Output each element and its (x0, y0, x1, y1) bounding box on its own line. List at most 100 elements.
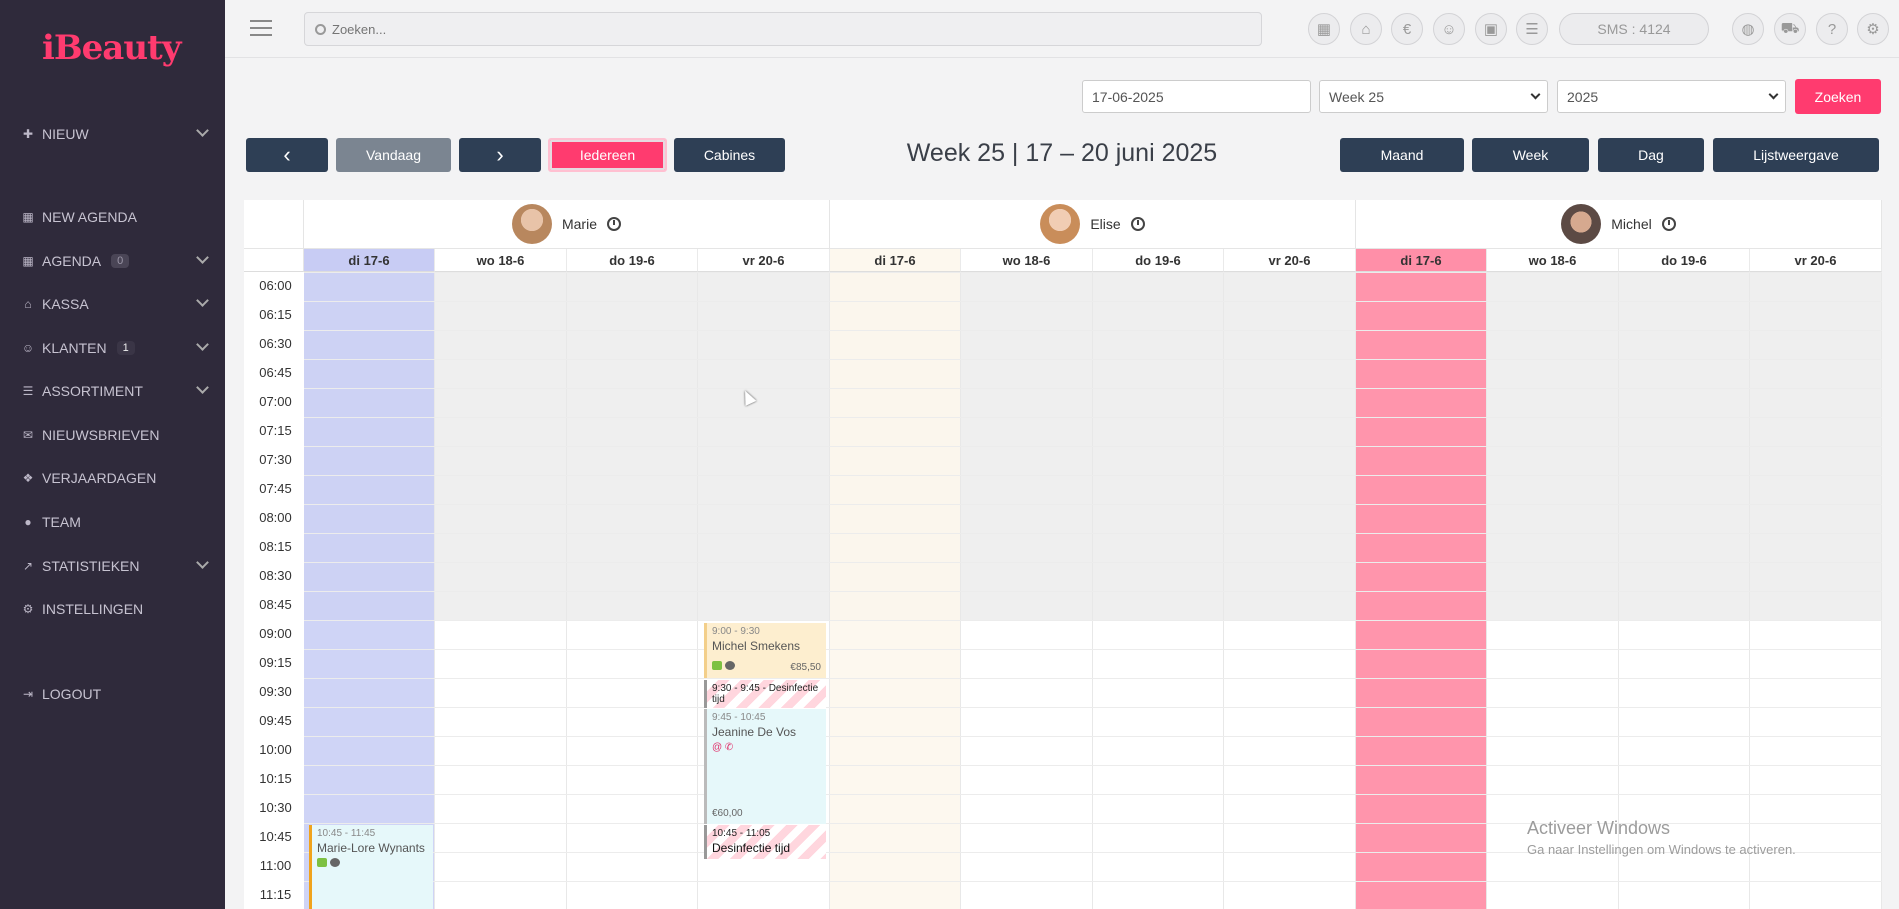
day-header[interactable]: vr 20-6 (1224, 249, 1356, 272)
cabins-button[interactable]: Cabines (674, 138, 785, 172)
day-header[interactable]: di 17-6 (304, 249, 435, 272)
sidebar-item-verjaardagen[interactable]: ❖ VERJAARDAGEN (0, 461, 225, 495)
disinfection-event[interactable]: 10:45 - 11:05 Desinfectie tijd (704, 825, 826, 859)
everyone-button[interactable]: Iedereen (548, 138, 667, 172)
topbar: ▦ ⌂ € ☺ ▣ ☰ SMS : 4124 ◍ ⛟ ? ⚙ (225, 0, 1899, 58)
prev-button[interactable]: ‹ (246, 138, 328, 172)
avatar (1040, 204, 1081, 244)
time-label: 07:00 (259, 394, 292, 409)
grid-line (304, 417, 1882, 418)
help-icon[interactable]: ? (1816, 13, 1848, 45)
grid-line (304, 794, 1882, 795)
euro-icon[interactable]: € (1391, 13, 1423, 45)
month-view-button[interactable]: Maand (1340, 138, 1464, 172)
sidebar-item-assortiment[interactable]: ☰ ASSORTIMENT (0, 374, 225, 408)
basket-icon[interactable]: ⌂ (1350, 13, 1382, 45)
day-header[interactable]: vr 20-6 (698, 249, 830, 272)
sms-counter[interactable]: SMS : 4124 (1559, 13, 1709, 45)
sidebar-item-label: STATISTIEKEN (42, 558, 140, 574)
clock-icon[interactable] (1661, 217, 1676, 231)
sidebar-item-label: KASSA (42, 296, 89, 312)
today-button[interactable]: Vandaag (336, 138, 451, 172)
event-price: €60,00 (712, 808, 743, 819)
day-header[interactable]: wo 18-6 (1487, 249, 1619, 272)
grid-line (304, 533, 1882, 534)
grid-line (304, 678, 1882, 679)
grid-line (304, 272, 1882, 273)
time-label: 07:30 (259, 452, 292, 467)
chevron-down-icon (196, 381, 209, 394)
year-select[interactable]: 2025 (1557, 80, 1786, 113)
sidebar-item-label: NIEUW (42, 126, 89, 142)
sidebar-item-instellingen[interactable]: ⚙ INSTELLINGEN (0, 592, 225, 626)
day-header[interactable]: do 19-6 (567, 249, 698, 272)
briefcase-icon[interactable]: ▣ (1475, 13, 1507, 45)
grid-line (304, 475, 1882, 476)
chevron-down-icon (196, 124, 209, 137)
sidebar-item-agenda[interactable]: ▦ AGENDA 0 (0, 244, 225, 278)
users-icon[interactable]: ☺ (1433, 13, 1465, 45)
disinfection-event[interactable]: 9:30 - 9:45 - Desinfectie tijd (704, 680, 826, 708)
week-view-button[interactable]: Week (1472, 138, 1589, 172)
sign-out-icon: ⇥ (22, 687, 34, 701)
sidebar-item-logout[interactable]: ⇥ LOGOUT (0, 677, 225, 711)
klanten-badge: 1 (116, 341, 135, 355)
appointment-event[interactable]: 10:45 - 11:45 Marie-Lore Wynants (309, 825, 433, 909)
header-spacer (244, 200, 304, 249)
chart-icon: ↗ (22, 559, 34, 573)
globe-icon[interactable]: ◍ (1732, 13, 1764, 45)
event-time: 9:45 - 10:45 (712, 712, 766, 723)
search-input[interactable] (332, 21, 1232, 37)
date-input[interactable]: 17-06-2025 (1082, 80, 1311, 113)
settings-icon[interactable]: ⚙ (1857, 13, 1889, 45)
search-icon (315, 23, 326, 35)
time-label: 09:15 (259, 655, 292, 670)
day-header[interactable]: wo 18-6 (961, 249, 1093, 272)
hamburger-icon[interactable] (250, 20, 272, 36)
sidebar-item-label: NIEUWSBRIEVEN (42, 427, 160, 443)
day-header[interactable]: vr 20-6 (1750, 249, 1882, 272)
event-footer: €60,00 (712, 808, 821, 819)
sidebar-item-klanten[interactable]: ☺ KLANTEN 1 (0, 331, 225, 365)
time-label: 08:30 (259, 568, 292, 583)
chevron-down-icon (1530, 89, 1541, 100)
clock-icon[interactable] (1130, 217, 1145, 231)
sidebar: iBeauty ✚ NIEUW ▦ NEW AGENDA ▦ AGENDA 0 … (0, 0, 225, 909)
sidebar-item-nieuw[interactable]: ✚ NIEUW (0, 117, 225, 151)
grid-line (304, 504, 1882, 505)
appointment-event[interactable]: 9:45 - 10:45 Jeanine De Vos @ ✆ €60,00 (704, 709, 826, 824)
day-header[interactable]: di 17-6 (830, 249, 961, 272)
calendar-icon[interactable]: ▦ (1308, 13, 1340, 45)
sidebar-item-nieuwsbrieven[interactable]: ✉ NIEUWSBRIEVEN (0, 418, 225, 452)
appointment-event[interactable]: 9:00 - 9:30 Michel Smekens €85,50 (704, 623, 826, 678)
clock-icon[interactable] (607, 217, 621, 231)
list-icon[interactable]: ☰ (1516, 13, 1548, 45)
time-label: 08:00 (259, 510, 292, 525)
day-header[interactable]: di 17-6 (1356, 249, 1487, 272)
grid-line (304, 765, 1882, 766)
day-header[interactable]: wo 18-6 (435, 249, 567, 272)
day-header[interactable]: do 19-6 (1093, 249, 1224, 272)
sidebar-item-team[interactable]: ● TEAM (0, 505, 225, 539)
search-box[interactable] (304, 12, 1262, 46)
list-view-button[interactable]: Lijstweergave (1713, 138, 1879, 172)
grid-line (304, 330, 1882, 331)
sidebar-item-label: VERJAARDAGEN (42, 470, 157, 486)
staff-header-elise: Elise (830, 200, 1356, 249)
sidebar-item-kassa[interactable]: ⌂ KASSA (0, 287, 225, 321)
chevron-down-icon (196, 338, 209, 351)
next-button[interactable]: › (459, 138, 541, 172)
week-select[interactable]: Week 25 (1319, 80, 1548, 113)
day-view-button[interactable]: Dag (1598, 138, 1704, 172)
users-icon: ☺ (21, 341, 35, 355)
day-header[interactable]: do 19-6 (1619, 249, 1750, 272)
calendar-icon: ▦ (22, 210, 34, 224)
watermark-title: Activeer Windows (1527, 818, 1671, 838)
cart-icon[interactable]: ⛟ (1774, 13, 1806, 45)
year-select-value: 2025 (1567, 88, 1599, 105)
search-button[interactable]: Zoeken (1795, 79, 1881, 114)
windows-activation-watermark: Activeer Windows Ga naar Instellingen om… (1527, 818, 1796, 857)
sidebar-item-new-agenda[interactable]: ▦ NEW AGENDA (0, 200, 225, 234)
sidebar-item-statistieken[interactable]: ↗ STATISTIEKEN (0, 549, 225, 583)
list-icon: ☰ (22, 384, 34, 398)
